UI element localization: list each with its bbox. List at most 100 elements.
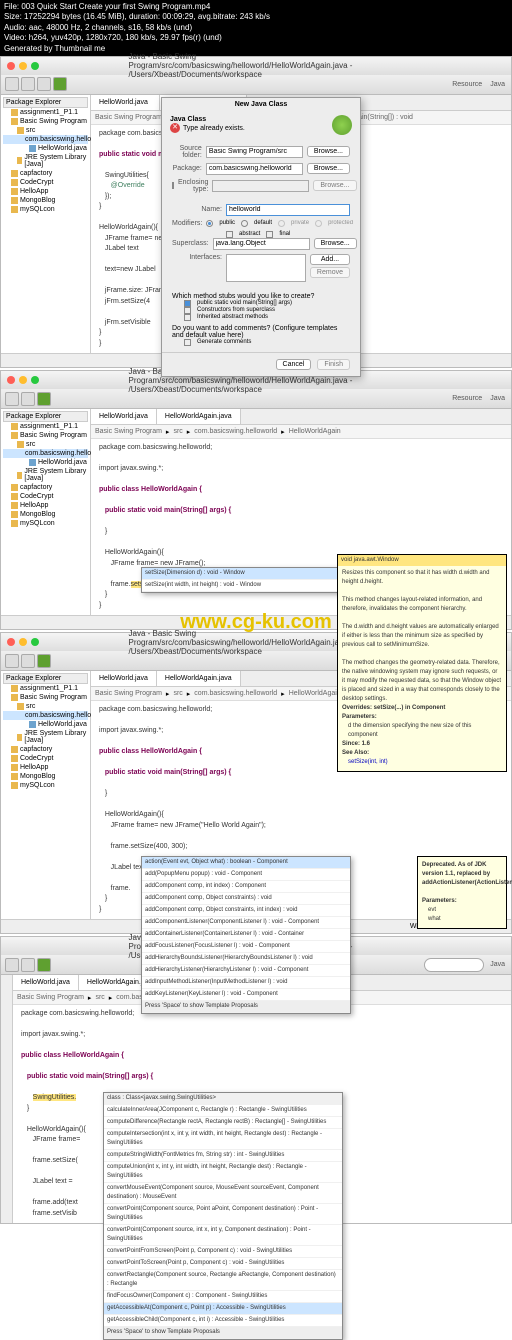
ac-item[interactable]: convertPointFromScreen(Point p, Componen… <box>104 1246 342 1258</box>
maximize-window-button[interactable] <box>31 62 39 70</box>
tree-item[interactable]: HelloWorld.java <box>3 458 88 467</box>
ac-item[interactable]: computeStringWidth(FontMetrics fm, Strin… <box>104 1150 342 1162</box>
tree-item[interactable]: assignment1_P1.1 <box>3 684 88 693</box>
ac-item[interactable]: addComponent comp, Object constraints) :… <box>142 893 350 905</box>
editor-tab[interactable]: HelloWorld.java <box>91 95 160 110</box>
ac-item[interactable]: add(PopupMenu popup) : void - Component <box>142 869 350 881</box>
interfaces-list[interactable] <box>226 254 306 282</box>
tree-item[interactable]: HelloApp <box>3 501 88 510</box>
enclosing-input[interactable] <box>212 180 309 192</box>
perspective-resource[interactable]: Resource <box>450 80 484 89</box>
tree-item[interactable]: assignment1_P1.1 <box>3 422 88 431</box>
ac-item[interactable]: addContainerListener(ContainerListener l… <box>142 929 350 941</box>
tree-item[interactable]: JRE System Library [Java] <box>3 153 88 169</box>
ac-item[interactable]: convertMouseEvent(Component source, Mous… <box>104 1183 342 1204</box>
radio-public[interactable] <box>206 220 213 227</box>
minimize-window-button[interactable] <box>19 638 27 646</box>
ac-item[interactable]: setSize(Dimension d) : void - Window <box>142 568 340 580</box>
editor-tab[interactable]: HelloWorld.java <box>91 671 157 686</box>
tree-item[interactable]: MongoBlog <box>3 196 88 205</box>
run-icon[interactable] <box>37 654 51 668</box>
checkbox-inherited[interactable] <box>184 314 191 321</box>
editor-tab[interactable]: HelloWorld.java <box>13 975 79 990</box>
ac-item[interactable]: computeDifference(Rectangle rectA, Recta… <box>104 1117 342 1129</box>
new-icon[interactable] <box>5 77 19 91</box>
perspective-resource[interactable]: Resource <box>450 394 484 403</box>
close-window-button[interactable] <box>7 376 15 384</box>
tree-item[interactable]: JRE System Library [Java] <box>3 467 88 483</box>
browse-button[interactable]: Browse... <box>307 163 350 174</box>
close-window-button[interactable] <box>7 638 15 646</box>
ac-item[interactable]: getAccessibleChild(Component c, int i) :… <box>104 1315 342 1327</box>
ac-item[interactable]: addComponentListener(ComponentListener l… <box>142 917 350 929</box>
tree-item[interactable]: CodeCrypt <box>3 178 88 187</box>
ac-item[interactable]: action(Event evt, Object what) : boolean… <box>142 857 350 869</box>
tree-item[interactable]: Basic Swing Program <box>3 693 88 702</box>
checkbox-final[interactable] <box>266 231 273 238</box>
run-icon[interactable] <box>37 958 51 972</box>
browse-button[interactable]: Browse... <box>314 238 357 249</box>
browse-button[interactable]: Browse... <box>313 180 356 191</box>
editor-tab[interactable]: HelloWorldAgain.java <box>157 409 241 424</box>
tree-item[interactable]: src <box>3 126 88 135</box>
checkbox-abstract[interactable] <box>226 231 233 238</box>
save-icon[interactable] <box>21 654 35 668</box>
code-editor[interactable]: package com.basicswing.helloworld; impor… <box>13 1005 511 1223</box>
enclosing-checkbox[interactable] <box>172 182 174 189</box>
new-icon[interactable] <box>5 392 19 406</box>
debug-icon[interactable] <box>37 77 51 91</box>
tree-item[interactable]: mySQLcon <box>3 781 88 790</box>
save-icon[interactable] <box>21 77 35 91</box>
source-folder-input[interactable] <box>206 146 303 158</box>
name-input[interactable] <box>226 204 350 216</box>
tree-item[interactable]: HelloApp <box>3 763 88 772</box>
maximize-window-button[interactable] <box>31 638 39 646</box>
tree-item[interactable]: Basic Swing Program <box>3 117 88 126</box>
maximize-window-button[interactable] <box>31 376 39 384</box>
perspective-java[interactable]: Java <box>488 394 507 403</box>
cancel-button[interactable]: Cancel <box>276 359 312 370</box>
tree-item[interactable]: mySQLcon <box>3 519 88 528</box>
perspective-java[interactable]: Java <box>488 80 507 89</box>
superclass-input[interactable] <box>213 238 310 250</box>
radio-protected[interactable] <box>315 220 322 227</box>
tree-item[interactable]: HelloWorld.java <box>3 144 88 153</box>
tree-item[interactable]: HelloApp <box>3 187 88 196</box>
finish-button[interactable]: Finish <box>317 359 350 370</box>
run-icon[interactable] <box>53 77 67 91</box>
tree-item[interactable]: JRE System Library [Java] <box>3 729 88 745</box>
tree-item[interactable]: CodeCrypt <box>3 492 88 501</box>
minimize-window-button[interactable] <box>19 376 27 384</box>
radio-private[interactable] <box>278 220 285 227</box>
editor-tab[interactable]: HelloWorld.java <box>91 409 157 424</box>
ac-item[interactable]: calculateInnerArea(JComponent c, Rectang… <box>104 1105 342 1117</box>
ac-item[interactable]: addFocusListener(FocusListener l) : void… <box>142 941 350 953</box>
ac-item[interactable]: convertPoint(Component source, Point aPo… <box>104 1204 342 1225</box>
ac-item[interactable]: computeIntersection(int x, int y, int wi… <box>104 1129 342 1150</box>
package-input[interactable] <box>206 163 303 175</box>
ac-item[interactable]: addComponent comp, Object constraints, i… <box>142 905 350 917</box>
checkbox-constructors[interactable] <box>184 307 191 314</box>
ac-item[interactable]: convertPointToScreen(Point p, Component … <box>104 1258 342 1270</box>
checkbox-main[interactable] <box>184 300 191 307</box>
tree-item[interactable]: assignment1_P1.1 <box>3 108 88 117</box>
ac-item[interactable]: getAccessibleAt(Component c, Point p) : … <box>104 1303 342 1315</box>
radio-default[interactable] <box>241 220 248 227</box>
quick-access-input[interactable] <box>424 958 484 972</box>
run-icon[interactable] <box>37 392 51 406</box>
ac-item[interactable]: convertPoint(Component source, int x, in… <box>104 1225 342 1246</box>
new-icon[interactable] <box>5 958 19 972</box>
tree-item[interactable]: MongoBlog <box>3 510 88 519</box>
ac-item[interactable]: findFocusOwner(Component c) : Component … <box>104 1291 342 1303</box>
new-icon[interactable] <box>5 654 19 668</box>
ac-item[interactable]: addHierarchyBoundsListener(HierarchyBoun… <box>142 953 350 965</box>
tree-item-selected[interactable]: com.basicswing.helloworld <box>3 711 88 720</box>
ac-item[interactable]: setSize(int width, int height) : void - … <box>142 580 340 592</box>
tree-item[interactable]: CodeCrypt <box>3 754 88 763</box>
tree-item[interactable]: mySQLcon <box>3 205 88 214</box>
editor-tab[interactable]: HelloWorldAgain.java <box>157 671 241 686</box>
ac-item[interactable]: addComponent comp, int index) : Componen… <box>142 881 350 893</box>
perspective-java[interactable]: Java <box>488 960 507 969</box>
save-icon[interactable] <box>21 392 35 406</box>
add-button[interactable]: Add... <box>310 254 350 265</box>
